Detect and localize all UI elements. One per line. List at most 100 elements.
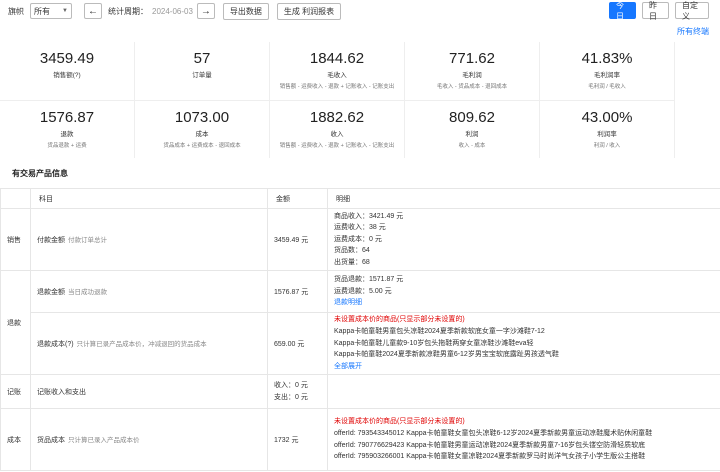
warning-text: 未设置成本价的商品(只显示部分未设置的) bbox=[334, 316, 465, 324]
table-row-refund-amount: 退款 退款金额 当日成功退款 1576.87 元 货品退款：1571.87 元 运… bbox=[0, 270, 720, 375]
detail-cell: 商品收入：3421.49 元 运费收入：38 元 运费成本：0 元 货品数：64… bbox=[327, 208, 720, 271]
header-amount: 金额 bbox=[267, 188, 328, 209]
stat-formula: 利润 / 收入 bbox=[593, 143, 621, 149]
header-category bbox=[0, 188, 31, 209]
table-header-row: 科目 金额 明细 bbox=[0, 188, 720, 209]
generate-profit-report-button[interactable]: 生成 利润报表 bbox=[276, 2, 342, 20]
detail-cell: 未设置成本价的商品(只显示部分未设置的) Kappa卡帕童鞋男童包头凉鞋2024… bbox=[327, 312, 720, 375]
chevron-down-icon: ▼ bbox=[62, 8, 68, 14]
item-cell: 退款成本(?) 只计算已录产品成本价，冲减退回的货品成本 bbox=[30, 312, 268, 375]
header-item: 科目 bbox=[30, 188, 268, 209]
transaction-table: 科目 金额 明细 销售 付款金额 付款订单总计 3459.49 元 商品收入：34… bbox=[0, 188, 720, 471]
detail-cell: 货品退款：1571.87 元 运费退款：5.00 元 退款明细 bbox=[327, 270, 720, 313]
custom-date-button[interactable]: 自定义 bbox=[675, 1, 709, 21]
item-cell: 退款金额 当日成功退款 bbox=[30, 270, 268, 313]
stat-name: 毛收入 bbox=[327, 72, 347, 79]
prev-day-button[interactable]: ← bbox=[84, 3, 102, 19]
product-line: offerId: 795903266001 Kappa卡帕童鞋女童凉鞋2024夏… bbox=[334, 453, 646, 461]
flag-select-value: 所有 bbox=[34, 6, 50, 16]
stat-value: 1882.62 bbox=[309, 109, 365, 126]
stat-formula: 销售额 - 运费收入 - 退款 + 记账收入 - 记账支出 bbox=[279, 84, 395, 90]
stat-value: 771.62 bbox=[449, 50, 495, 67]
stat-name: 退款 bbox=[60, 131, 74, 138]
category-sales: 销售 bbox=[0, 208, 31, 271]
product-line: Kappa卡帕童鞋2024夏季新款凉鞋男童6-12岁男宝宝软底露趾男孩透气鞋 bbox=[334, 351, 559, 359]
stat-formula: 货品成本 + 运费成本 - 退回成本 bbox=[163, 143, 241, 149]
item-label: 退款成本(?) bbox=[37, 341, 74, 348]
stat-value: 809.62 bbox=[449, 109, 495, 126]
stat-profit-margin: 43.00% 利润率 利润 / 收入 bbox=[540, 101, 675, 158]
item-note: 付款订单总计 bbox=[68, 237, 107, 244]
amount-cell: 3459.49 元 bbox=[267, 208, 328, 271]
stats-panel: 3459.49 销售额(?) 57 订单量 1844.62 毛收入 销售额 - … bbox=[0, 42, 675, 158]
expand-all-link[interactable]: 全部展开 bbox=[334, 361, 714, 373]
next-day-button[interactable]: → bbox=[196, 3, 215, 19]
stat-refund: 1576.87 退款 货品退款 + 运费 bbox=[0, 101, 135, 158]
refund-detail-link[interactable]: 退款明细 bbox=[334, 297, 714, 309]
period-label: 统计周期： bbox=[108, 6, 148, 16]
stat-name: 利润 bbox=[465, 131, 479, 138]
today-button[interactable]: 今日 bbox=[609, 1, 636, 21]
section-title: 有交易产品信息 bbox=[12, 169, 68, 178]
detail-line: 货品数：64 bbox=[334, 247, 370, 255]
yesterday-button[interactable]: 昨日 bbox=[642, 1, 669, 21]
stat-formula: 毛收入 - 货品成本 - 退回成本 bbox=[436, 84, 508, 90]
product-line: offerId: 793543345012 Kappa卡帕童鞋女童包头凉鞋6-1… bbox=[334, 430, 653, 438]
stat-formula: 收入 - 成本 bbox=[458, 143, 486, 149]
stats-row-2: 1576.87 退款 货品退款 + 运费 1073.00 成本 货品成本 + 运… bbox=[0, 100, 675, 158]
stats-row-1: 3459.49 销售额(?) 57 订单量 1844.62 毛收入 销售额 - … bbox=[0, 42, 675, 100]
item-label: 付款金额 bbox=[37, 237, 65, 244]
item-label: 记账收入和支出 bbox=[37, 388, 86, 396]
stat-value: 41.83% bbox=[581, 50, 633, 67]
product-line: offerId: 790776629423 Kappa卡帕童鞋男童运动凉鞋202… bbox=[334, 441, 646, 449]
product-line: Kappa卡帕童鞋儿童款9-10岁包头拖鞋两穿女童凉鞋沙滩鞋eva轻 bbox=[334, 339, 534, 347]
product-line: Kappa卡帕童鞋男童包头凉鞋2024夏季新款软底女童一字沙滩鞋7-12 bbox=[334, 328, 545, 336]
stat-orders: 57 订单量 bbox=[135, 42, 270, 100]
item-note: 只计算已录入产品成本价 bbox=[68, 437, 140, 444]
stat-value: 1073.00 bbox=[174, 109, 230, 126]
table-row-cost: 成本 货品成本 只计算已录入产品成本价 1732 元 未设置成本价的商品(只显示部… bbox=[0, 408, 720, 471]
arrow-right-icon: → bbox=[200, 5, 211, 17]
export-button[interactable]: 导出数据 bbox=[222, 2, 269, 20]
warning-text: 未设置成本价的商品(只显示部分未设置的) bbox=[334, 418, 465, 426]
detail-line: 货品退款：1571.87 元 bbox=[334, 276, 404, 283]
item-label: 退款金额 bbox=[37, 289, 65, 296]
category-cost: 成本 bbox=[0, 408, 31, 471]
stat-formula: 货品退款 + 运费 bbox=[47, 143, 87, 149]
detail-line: 运费成本：0 元 bbox=[334, 235, 382, 243]
stat-value: 3459.49 bbox=[39, 50, 95, 67]
category-refund: 退款 bbox=[0, 270, 31, 375]
detail-line: 商品收入：3421.49 元 bbox=[334, 212, 404, 220]
stat-name: 毛利润 bbox=[462, 72, 482, 79]
detail-line: 运费收入：38 元 bbox=[334, 224, 386, 232]
stat-gross-profit: 771.62 毛利润 毛收入 - 货品成本 - 退回成本 bbox=[405, 42, 540, 100]
stat-gross-margin: 41.83% 毛利润率 毛利润 / 毛收入 bbox=[540, 42, 675, 100]
stat-name: 收入 bbox=[330, 131, 344, 138]
stat-name: 利润率 bbox=[597, 131, 617, 138]
table-row-ledger: 记账 记账收入和支出 收入：0 元 支出：0 元 bbox=[0, 374, 720, 409]
stat-profit: 809.62 利润 收入 - 成本 bbox=[405, 101, 540, 158]
date-input[interactable]: 2024-06-03 bbox=[152, 7, 193, 16]
stat-name: 订单量 bbox=[192, 72, 212, 79]
amount-cell: 659.00 元 bbox=[267, 312, 328, 375]
detail-line: 出货量：68 bbox=[334, 258, 370, 266]
item-cell: 货品成本 只计算已录入产品成本价 bbox=[30, 408, 268, 471]
detail-cell: 未设置成本价的商品(只显示部分未设置的) offerId: 7935433450… bbox=[327, 408, 720, 471]
stat-name: 毛利润率 bbox=[594, 72, 620, 79]
flag-select[interactable]: 所有 ▼ bbox=[30, 3, 72, 19]
stat-name: 销售额(?) bbox=[53, 72, 81, 79]
all-terminals-link[interactable]: 所有终端 bbox=[677, 26, 709, 37]
detail-cell bbox=[327, 374, 720, 409]
stat-cost: 1073.00 成本 货品成本 + 运费成本 - 退回成本 bbox=[135, 101, 270, 158]
header-detail: 明细 bbox=[327, 188, 720, 209]
stat-name: 成本 bbox=[195, 131, 209, 138]
ledger-income: 收入：0 元 bbox=[274, 382, 308, 389]
item-label: 货品成本 bbox=[37, 437, 65, 444]
stat-sales: 3459.49 销售额(?) bbox=[0, 42, 135, 100]
item-cell: 付款金额 付款订单总计 bbox=[30, 208, 268, 271]
flag-label: 旗帜 bbox=[8, 6, 24, 16]
toolbar: 旗帜 所有 ▼ ← 统计周期： 2024-06-03 → 导出数据 生成 利润报… bbox=[0, 0, 720, 22]
stat-value: 1576.87 bbox=[39, 109, 95, 126]
amount-cell: 1732 元 bbox=[267, 408, 328, 471]
arrow-left-icon: ← bbox=[88, 5, 98, 17]
